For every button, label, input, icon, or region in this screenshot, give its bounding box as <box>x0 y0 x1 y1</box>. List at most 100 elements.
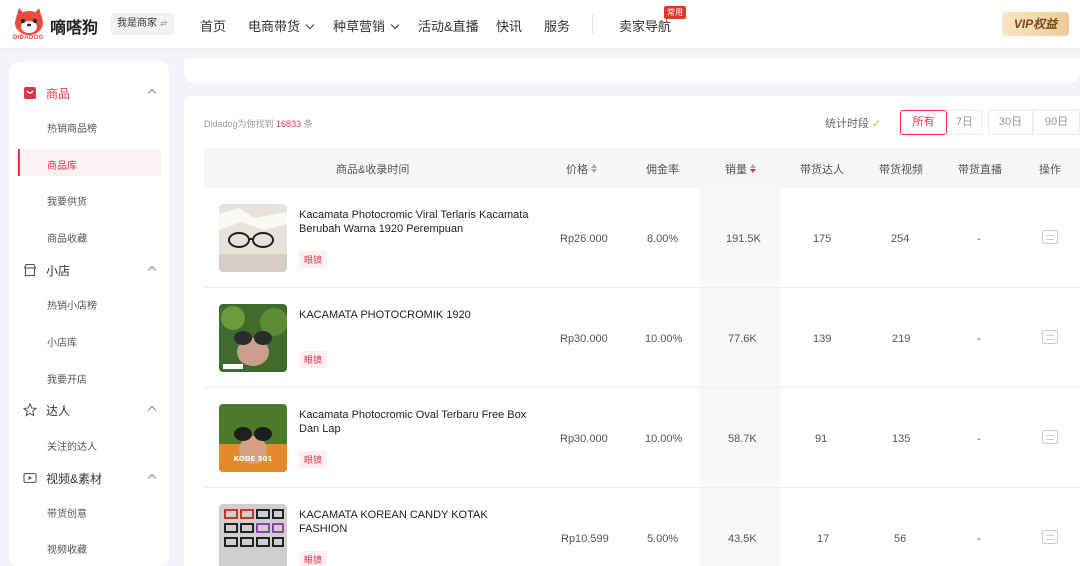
price-value: Rp26.000 <box>560 233 608 245</box>
sidebar-group-label: 达人 <box>46 403 71 418</box>
nav-seller-guide-label: 卖家导航 <box>619 19 672 34</box>
detail-icon[interactable] <box>1042 530 1058 544</box>
nav-news-label: 快讯 <box>496 19 523 34</box>
chevron-down-icon <box>305 20 315 30</box>
sidebar-item-followed-creators[interactable]: 关注的达人 <box>47 438 97 453</box>
commission-value: 5.00% <box>647 533 679 545</box>
col-price-label: 价格 <box>566 164 588 176</box>
creators-value: 17 <box>817 533 830 545</box>
tab-all[interactable]: 所有 <box>900 110 947 135</box>
product-thumbnail[interactable] <box>219 304 287 372</box>
detail-icon[interactable] <box>1042 330 1058 344</box>
sidebar-group-label: 小店 <box>46 263 71 278</box>
detail-icon[interactable] <box>1042 430 1058 444</box>
sidebar-group-video[interactable]: 视频&素材 <box>23 467 159 489</box>
sales-value: 58.7K <box>728 433 757 445</box>
bag-icon <box>24 87 36 99</box>
sidebar-item-product-favorites[interactable]: 商品收藏 <box>47 230 87 245</box>
chevron-down-icon <box>390 20 400 30</box>
sales-value: 191.5K <box>726 233 761 245</box>
videos-value: 254 <box>891 233 910 245</box>
tab-90d[interactable]: 90日 <box>1033 110 1080 135</box>
sidebar-item-supply[interactable]: 我要供货 <box>47 193 87 208</box>
sidebar-item-video-favorites[interactable]: 视频收藏 <box>47 541 87 556</box>
nav-home-label: 首页 <box>200 19 227 34</box>
nav-news[interactable]: 快讯 <box>496 16 522 35</box>
price-value: Rp30.000 <box>560 333 608 345</box>
nav-activity-live[interactable]: 活动&直播 <box>418 16 479 35</box>
nav-service-label: 服务 <box>544 19 571 34</box>
col-sales-label: 销量 <box>725 164 747 176</box>
nav-ecommerce[interactable]: 电商带货 <box>248 16 315 35</box>
brand-name[interactable]: 嘀嗒狗 <box>50 14 98 38</box>
col-videos: 带货视频 <box>879 164 923 176</box>
sales-value: 43.5K <box>728 533 757 545</box>
filter-panel <box>184 58 1080 82</box>
col-price[interactable]: 价格 <box>566 161 598 177</box>
product-thumbnail[interactable]: KODE 501 <box>219 404 287 472</box>
nav-seeding-label: 种草营销 <box>333 19 386 34</box>
nav-service[interactable]: 服务 <box>544 16 570 35</box>
col-commission: 佣金率 <box>646 164 679 176</box>
sidebar: 商品 热销商品榜 商品库 我要供货 商品收藏 小店 热销小店榜 小店库 我要开店… <box>9 62 169 566</box>
sidebar-group-label: 商品 <box>46 86 71 101</box>
nav-ecommerce-label: 电商带货 <box>248 19 301 34</box>
sidebar-item-creative[interactable]: 带货创意 <box>47 505 87 520</box>
nav-home[interactable]: 首页 <box>200 16 226 35</box>
vip-benefits-button[interactable]: VIP权益 <box>1002 12 1069 36</box>
sidebar-group-label: 视频&素材 <box>46 471 103 486</box>
sidebar-group-store[interactable]: 小店 <box>23 259 159 281</box>
sidebar-group-creators[interactable]: 达人 <box>23 399 159 421</box>
table-header: 商品&收录时间 价格 佣金率 销量 带货达人 带货视频 带货直播 操作 <box>204 148 1080 188</box>
sidebar-item-hot-stores[interactable]: 热销小店榜 <box>47 297 97 312</box>
price-value: Rp30.000 <box>560 433 608 445</box>
logo-subtitle: DIDADOG <box>13 35 44 41</box>
table-row[interactable]: KACAMATA KOREAN CANDY KOTAK FASHION 眼镜 R… <box>204 488 1080 566</box>
product-thumbnail[interactable] <box>219 204 287 272</box>
sort-icon <box>591 164 598 174</box>
product-name[interactable]: KACAMATA PHOTOCROMIK 1920 <box>299 308 529 322</box>
product-name[interactable]: KACAMATA KOREAN CANDY KOTAK FASHION <box>299 508 529 536</box>
tab-7d[interactable]: 7日 <box>947 110 982 135</box>
lives-value: - <box>977 233 981 245</box>
table-row[interactable]: Kacamata Photocromic Viral Terlaris Kaca… <box>204 188 1080 288</box>
chevron-up-icon <box>147 405 157 415</box>
category-tag: 眼镜 <box>299 351 328 368</box>
product-thumbnail[interactable] <box>219 504 287 566</box>
nav-seeding[interactable]: 种草营销 <box>333 16 400 35</box>
videos-value: 56 <box>894 533 907 545</box>
role-switch[interactable]: 我是商家 ⇄ <box>110 13 174 35</box>
sidebar-item-product-library[interactable]: 商品库 <box>18 149 161 176</box>
lives-value: - <box>977 333 981 345</box>
sidebar-item-store-library[interactable]: 小店库 <box>47 334 77 349</box>
store-icon <box>23 263 37 277</box>
chevron-up-icon <box>147 473 157 483</box>
nav-seller-guide[interactable]: 卖家导航 <box>619 16 671 35</box>
commission-value: 10.00% <box>645 433 683 445</box>
product-name[interactable]: Kacamata Photocromic Viral Terlaris Kaca… <box>299 208 529 236</box>
star-icon <box>23 403 37 417</box>
table-row[interactable]: KACAMATA PHOTOCROMIK 1920 眼镜 Rp30.000 10… <box>204 288 1080 388</box>
common-badge: 常用 <box>664 6 686 19</box>
detail-icon[interactable] <box>1042 230 1058 244</box>
sidebar-item-hot-products[interactable]: 热销商品榜 <box>47 120 97 135</box>
col-sales[interactable]: 销量 <box>725 161 757 177</box>
product-list-panel: Didadog为你找到 16833 条 统计时段 ✓ 所有 7日 30日 90日 … <box>184 96 1080 566</box>
stat-period-label: 统计时段 <box>825 118 869 130</box>
nav-divider <box>592 14 593 34</box>
sidebar-group-products[interactable]: 商品 <box>23 82 159 104</box>
col-creators: 带货达人 <box>800 164 844 176</box>
sales-value: 77.6K <box>728 333 757 345</box>
videos-value: 135 <box>892 433 911 445</box>
stat-period: 统计时段 ✓ <box>825 115 881 131</box>
sidebar-item-open-store[interactable]: 我要开店 <box>47 371 87 386</box>
tab-30d[interactable]: 30日 <box>988 110 1033 135</box>
video-icon <box>23 472 37 484</box>
videos-value: 219 <box>892 333 911 345</box>
sort-desc-icon <box>750 164 757 174</box>
product-name[interactable]: Kacamata Photocromic Oval Terbaru Free B… <box>299 408 529 436</box>
creators-value: 175 <box>813 233 832 245</box>
chevron-up-icon <box>147 88 157 98</box>
table-row[interactable]: KODE 501 Kacamata Photocromic Oval Terba… <box>204 388 1080 488</box>
category-tag: 眼镜 <box>299 251 328 268</box>
